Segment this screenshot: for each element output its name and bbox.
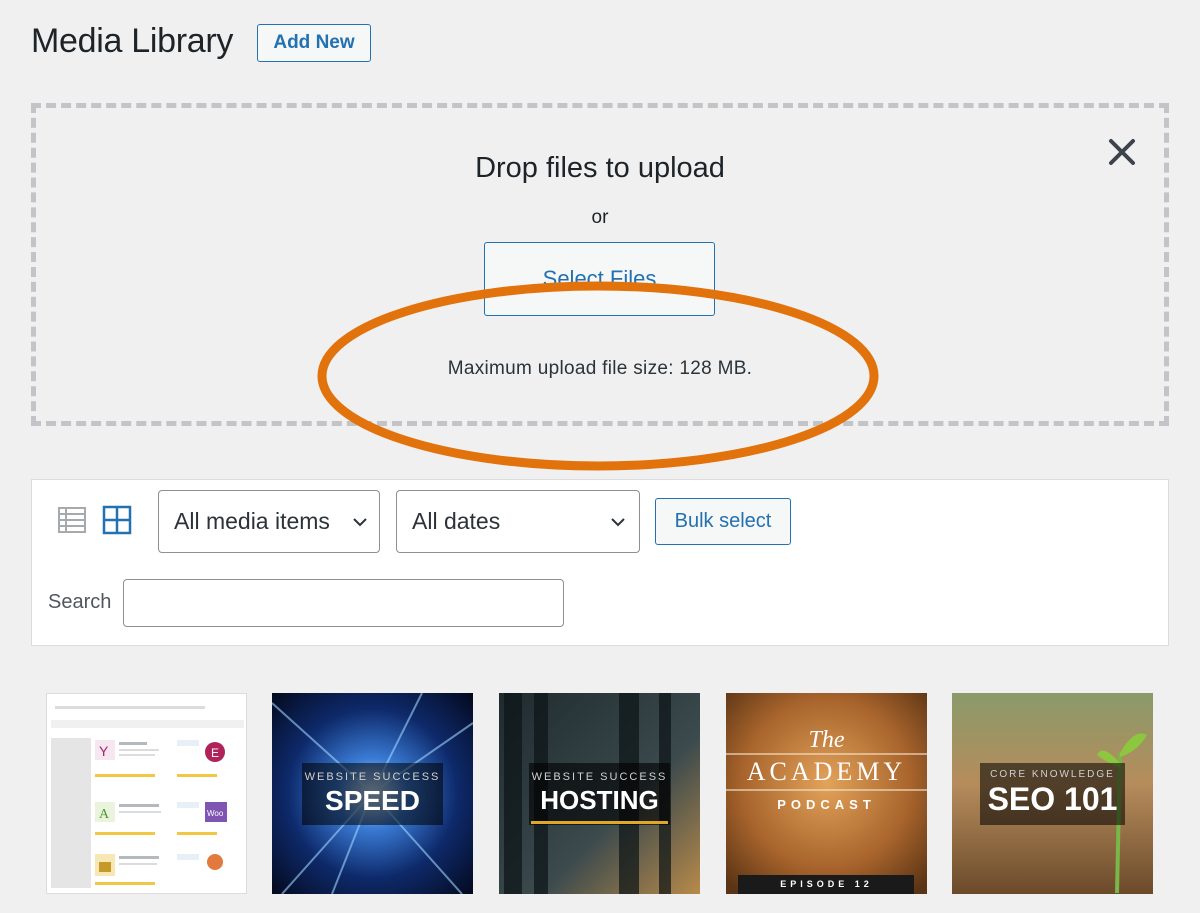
grid-view-icon[interactable]: [102, 505, 132, 535]
thumbnail-caption-large: SPEED: [325, 785, 420, 816]
thumbnail-caption-episode: EPISODE 12: [780, 879, 873, 889]
svg-text:E: E: [211, 746, 219, 760]
search-input[interactable]: [123, 579, 564, 627]
search-label: Search: [48, 591, 112, 613]
select-files-button[interactable]: Select Files: [484, 242, 715, 316]
chevron-down-icon: [611, 518, 625, 527]
media-type-filter-value: All media items: [174, 508, 330, 534]
drop-files-title: Drop files to upload: [475, 152, 725, 184]
thumbnail-caption-small: The: [808, 727, 845, 753]
media-thumbnail[interactable]: WEBSITE SUCCESS HOSTING: [499, 693, 700, 894]
page-title: Media Library: [31, 22, 234, 60]
media-thumbnail[interactable]: Y E A Woo: [46, 693, 247, 894]
thumbnail-caption-large: HOSTING: [540, 785, 659, 815]
media-type-filter[interactable]: All media items: [158, 490, 380, 553]
chevron-down-icon: [353, 518, 367, 527]
thumbnail-caption-small: WEBSITE SUCCESS: [531, 771, 668, 783]
add-new-button[interactable]: Add New: [257, 24, 371, 62]
bulk-select-button[interactable]: Bulk select: [655, 498, 791, 545]
media-thumbnail[interactable]: The ACADEMY PODCAST EPISODE 12: [726, 693, 927, 894]
thumbnail-caption-large: SEO 101: [987, 781, 1118, 817]
max-upload-size-text: Maximum upload file size: 128 MB.: [447, 358, 753, 379]
thumbnail-caption-large: ACADEMY: [746, 757, 907, 786]
svg-text:Woo: Woo: [207, 809, 224, 818]
svg-text:A: A: [99, 807, 110, 822]
media-thumbnail[interactable]: CORE KNOWLEDGE SEO 101: [952, 693, 1153, 894]
media-thumbnail[interactable]: WEBSITE SUCCESS SPEED: [272, 693, 473, 894]
thumbnail-caption-small: WEBSITE SUCCESS: [304, 771, 441, 783]
date-filter[interactable]: All dates: [396, 490, 640, 553]
date-filter-value: All dates: [412, 508, 501, 534]
thumbnail-caption-sub: PODCAST: [777, 797, 876, 812]
thumbnail-caption-small: CORE KNOWLEDGE: [990, 769, 1115, 780]
list-view-icon[interactable]: [57, 505, 87, 535]
svg-text:Y: Y: [99, 743, 109, 759]
or-text: or: [591, 207, 609, 228]
